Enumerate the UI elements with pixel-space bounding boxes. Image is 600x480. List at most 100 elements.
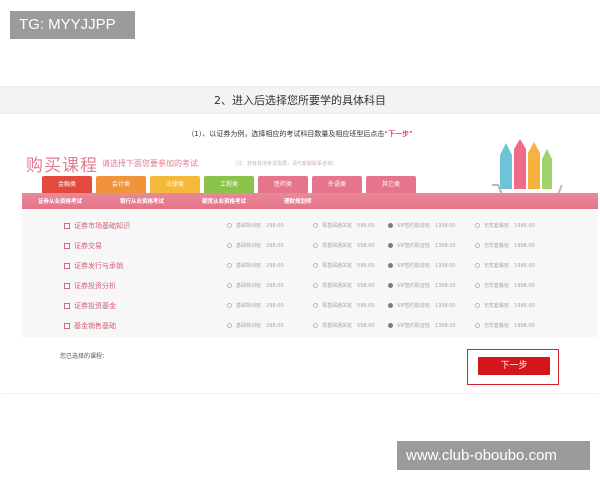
- class-option-price: 298.00: [266, 282, 284, 289]
- class-option[interactable]: 无忧套餐班 1998.00: [475, 222, 535, 229]
- subnav-banking[interactable]: 银行从业资格考试: [120, 197, 164, 205]
- class-option-radio[interactable]: [475, 303, 480, 308]
- course-row: 证券交易 基础特训班 298.00 零基础通关班 598.00 VIP签约取证班 1398.…: [22, 237, 598, 257]
- class-option-price: 598.00: [357, 242, 375, 249]
- subnav-financial-planner[interactable]: 理财规划师: [284, 197, 312, 205]
- class-option[interactable]: 基础特训班 298.00: [227, 322, 284, 329]
- class-option[interactable]: 无忧套餐班 1998.00: [475, 322, 535, 329]
- pencil-icon: [528, 153, 540, 189]
- class-option-radio[interactable]: [388, 283, 393, 288]
- class-option-price: 598.00: [357, 222, 375, 229]
- class-option[interactable]: 零基础通关班 598.00: [313, 322, 375, 329]
- class-option-price: 298.00: [266, 302, 284, 309]
- class-option[interactable]: 基础特训班 298.00: [227, 242, 284, 249]
- class-option-radio[interactable]: [388, 303, 393, 308]
- pencil-icon: [500, 155, 512, 189]
- class-option-radio[interactable]: [475, 243, 480, 248]
- course-row: 证券投资基金 基础特训班 298.00 零基础通关班 598.00 VIP签约取证班 139…: [22, 297, 598, 317]
- class-option[interactable]: 零基础通关班 598.00: [313, 282, 375, 289]
- class-option-radio[interactable]: [227, 283, 232, 288]
- subnav-securities[interactable]: 证券从业资格考试: [38, 197, 82, 205]
- class-option[interactable]: 无忧套餐班 1998.00: [475, 302, 535, 309]
- class-option-radio[interactable]: [475, 283, 480, 288]
- class-option-radio[interactable]: [313, 283, 318, 288]
- intro-highlight: “下一步”: [384, 130, 413, 138]
- class-option-label: VIP签约取证班: [397, 283, 430, 289]
- class-option-radio[interactable]: [227, 243, 232, 248]
- tab-other[interactable]: 其它类: [366, 176, 416, 193]
- course-checkbox[interactable]: [64, 263, 70, 269]
- class-option-radio[interactable]: [313, 263, 318, 268]
- class-option-label: 无忧套餐班: [484, 223, 510, 229]
- class-option-radio[interactable]: [227, 263, 232, 268]
- class-option-radio[interactable]: [475, 323, 480, 328]
- intro-text: （1）、以证券为例，选择相应的考试科目数量及相应班型后点击“下一步”: [2, 129, 598, 139]
- class-option-label: 基础特训班: [236, 303, 262, 309]
- course-checkbox[interactable]: [64, 323, 70, 329]
- class-option-price: 1998.00: [514, 242, 535, 249]
- course-checkbox[interactable]: [64, 303, 70, 309]
- class-option-label: 零基础通关班: [322, 283, 353, 289]
- class-option-label: VIP签约取证班: [397, 303, 430, 309]
- tab-finance[interactable]: 金融类: [42, 176, 92, 193]
- class-option-price: 298.00: [266, 222, 284, 229]
- class-option-radio[interactable]: [227, 323, 232, 328]
- class-option[interactable]: 无忧套餐班 1998.00: [475, 282, 535, 289]
- class-option-radio[interactable]: [227, 223, 232, 228]
- class-option-radio[interactable]: [388, 263, 393, 268]
- class-option-price: 298.00: [266, 262, 284, 269]
- class-option-label: VIP签约取证班: [397, 243, 430, 249]
- class-option[interactable]: VIP签约取证班 1398.00: [388, 242, 456, 249]
- class-option[interactable]: 零基础通关班 598.00: [313, 242, 375, 249]
- class-option-label: 零基础通关班: [322, 223, 353, 229]
- watermark-top-left: TG: MYYJJPP: [10, 11, 135, 39]
- class-option[interactable]: VIP签约取证班 1398.00: [388, 222, 456, 229]
- course-checkbox[interactable]: [64, 223, 70, 229]
- class-option[interactable]: 基础特训班 298.00: [227, 282, 284, 289]
- class-option[interactable]: VIP签约取证班 1398.00: [388, 282, 456, 289]
- course-checkbox[interactable]: [64, 283, 70, 289]
- class-option-radio[interactable]: [313, 323, 318, 328]
- banner-subtitle: 请选择下面您要参加的考试: [102, 159, 198, 168]
- tab-law[interactable]: 法律类: [150, 176, 200, 193]
- class-option-price: 1998.00: [514, 322, 535, 329]
- class-option-label: 基础特训班: [236, 223, 262, 229]
- class-option[interactable]: 零基础通关班 598.00: [313, 222, 375, 229]
- class-option[interactable]: 基础特训班 298.00: [227, 302, 284, 309]
- tab-engineering[interactable]: 工程类: [204, 176, 254, 193]
- class-option-radio[interactable]: [313, 243, 318, 248]
- class-option-radio[interactable]: [227, 303, 232, 308]
- class-option[interactable]: VIP签约取证班 1398.00: [388, 262, 456, 269]
- class-option-price: 1998.00: [514, 262, 535, 269]
- class-option[interactable]: 基础特训班 298.00: [227, 262, 284, 269]
- class-option-radio[interactable]: [475, 223, 480, 228]
- course-row: 基金销售基础 基础特训班 298.00 零基础通关班 598.00 VIP签约取证班 139…: [22, 317, 598, 337]
- class-option[interactable]: 基础特训班 298.00: [227, 222, 284, 229]
- class-option[interactable]: 零基础通关班 598.00: [313, 262, 375, 269]
- class-option-radio[interactable]: [388, 223, 393, 228]
- class-option-label: 无忧套餐班: [484, 263, 510, 269]
- class-option-radio[interactable]: [388, 243, 393, 248]
- tab-language[interactable]: 外语类: [312, 176, 362, 193]
- class-option-label: 无忧套餐班: [484, 243, 510, 249]
- class-option[interactable]: 零基础通关班 598.00: [313, 302, 375, 309]
- class-option-radio[interactable]: [388, 323, 393, 328]
- class-option-price: 1398.00: [434, 262, 456, 269]
- course-checkbox[interactable]: [64, 243, 70, 249]
- class-option[interactable]: VIP签约取证班 1398.00: [388, 302, 456, 309]
- class-option-radio[interactable]: [313, 223, 318, 228]
- intro-prefix: （1）、以证券为例，选择相应的考试科目数量及相应班型后点击: [187, 130, 385, 138]
- tab-medicine[interactable]: 医药类: [258, 176, 308, 193]
- watermark-bottom-right: www.club-oboubo.com: [397, 441, 590, 470]
- class-option-price: 298.00: [266, 322, 284, 329]
- course-purchase-screenshot: （1）、以证券为例，选择相应的考试科目数量及相应班型后点击“下一步” 购买课程 …: [2, 115, 598, 394]
- subnav-futures[interactable]: 期货从业资格考试: [202, 197, 246, 205]
- course-name: 证券投资分析: [74, 282, 116, 290]
- class-option[interactable]: 无忧套餐班 1998.00: [475, 242, 535, 249]
- class-option[interactable]: 无忧套餐班 1998.00: [475, 262, 535, 269]
- class-option-radio[interactable]: [475, 263, 480, 268]
- class-option-radio[interactable]: [313, 303, 318, 308]
- class-option[interactable]: VIP签约取证班 1398.00: [388, 322, 456, 329]
- next-button[interactable]: 下一步: [478, 357, 550, 375]
- tab-accounting[interactable]: 会计类: [96, 176, 146, 193]
